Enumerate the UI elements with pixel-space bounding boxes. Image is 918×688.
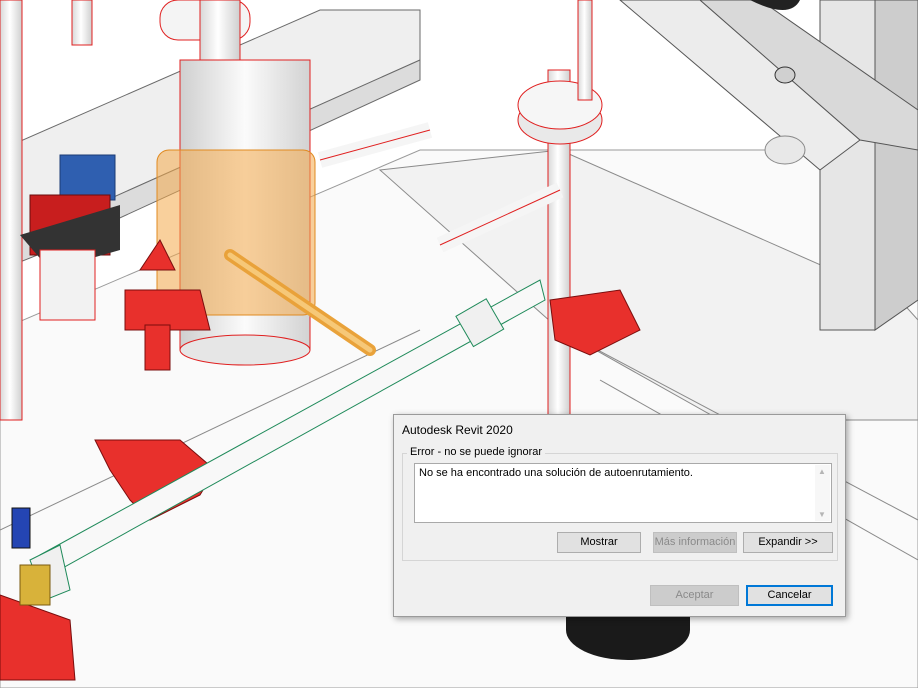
scroll-up-icon[interactable]: ▲ — [818, 467, 826, 476]
more-info-button[interactable]: Más información — [653, 532, 737, 553]
expand-button[interactable]: Expandir >> — [743, 532, 833, 553]
steel-column-side — [874, 0, 918, 331]
vertical-pipe[interactable] — [199, 0, 241, 61]
blue-component — [11, 507, 31, 549]
bolt-nut — [774, 66, 796, 84]
vertical-pipe[interactable] — [577, 0, 593, 101]
error-group-label: Error - no se puede ignorar — [407, 446, 546, 458]
cancel-button[interactable]: Cancelar — [746, 585, 833, 606]
accept-button[interactable]: Aceptar — [650, 585, 739, 606]
valve-stem — [144, 324, 171, 371]
error-message: No se ha encontrado una solución de auto… — [419, 467, 693, 479]
show-button[interactable]: Mostrar — [557, 532, 641, 553]
scrollbar[interactable]: ▲ ▼ — [815, 465, 830, 521]
bolt-base — [764, 135, 806, 165]
vertical-pipe[interactable] — [0, 0, 23, 421]
dialog-title: Autodesk Revit 2020 — [402, 423, 513, 437]
red-valve[interactable] — [124, 289, 211, 331]
vertical-pipe[interactable] — [71, 0, 93, 46]
error-group: Error - no se puede ignorar No se ha enc… — [402, 446, 838, 561]
pump-motor[interactable] — [59, 154, 116, 201]
scroll-down-icon[interactable]: ▼ — [818, 510, 826, 519]
error-dialog: Autodesk Revit 2020 Error - no se puede … — [393, 414, 846, 617]
error-message-box[interactable]: No se ha encontrado una solución de auto… — [414, 463, 832, 523]
pump-column[interactable] — [39, 249, 96, 321]
tank-bottom — [179, 334, 311, 366]
yellow-component — [19, 564, 51, 606]
